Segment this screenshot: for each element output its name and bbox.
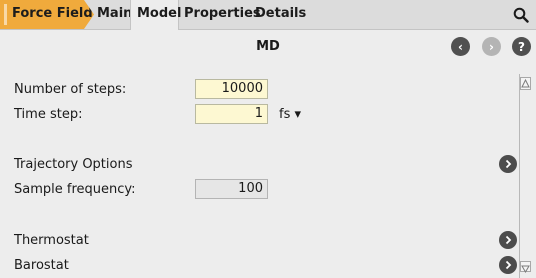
chevron-right-icon	[505, 159, 512, 169]
barostat-label: Barostat	[14, 258, 69, 273]
chevron-right-icon: ›	[489, 39, 494, 54]
chevron-right-icon	[505, 260, 512, 270]
arrow-down-icon	[521, 265, 530, 273]
tab-main[interactable]: Main	[97, 6, 132, 21]
tab-grip	[4, 4, 7, 25]
vertical-scrollbar[interactable]	[519, 74, 532, 278]
trajectory-label: Trajectory Options	[14, 157, 133, 172]
chevron-left-icon: ‹	[458, 39, 463, 54]
thermostat-button[interactable]	[499, 231, 517, 249]
timestep-label: Time step:	[14, 107, 83, 122]
steps-label: Number of steps:	[14, 82, 127, 97]
timestep-input[interactable]: 1	[195, 104, 268, 124]
scroll-up-button[interactable]	[520, 77, 531, 90]
arrow-up-icon	[521, 78, 530, 88]
timestep-unit-select[interactable]: fs ▾	[279, 107, 301, 122]
tab-bar: Force Field Main Model Properties Detail…	[0, 0, 536, 30]
steps-input[interactable]: 10000	[195, 79, 268, 99]
chevron-right-icon	[505, 235, 512, 245]
barostat-button[interactable]	[499, 256, 517, 274]
scroll-down-button[interactable]	[520, 261, 531, 273]
help-icon: ?	[518, 39, 525, 54]
trajectory-options-button[interactable]	[499, 155, 517, 173]
sample-frequency-input[interactable]: 100	[195, 179, 268, 199]
thermostat-label: Thermostat	[14, 233, 89, 248]
tab-force-field-label: Force Field	[12, 6, 93, 21]
tab-properties[interactable]: Properties	[184, 6, 261, 21]
search-icon[interactable]	[513, 7, 529, 23]
tab-model-label: Model	[137, 6, 182, 21]
tab-model[interactable]: Model	[130, 0, 182, 30]
sample-frequency-label: Sample frequency:	[14, 182, 136, 197]
back-button[interactable]: ‹	[451, 37, 470, 56]
forward-button[interactable]: ›	[482, 37, 501, 56]
tab-details[interactable]: Details	[255, 6, 306, 21]
tab-force-field[interactable]: Force Field	[0, 0, 94, 29]
help-button[interactable]: ?	[512, 37, 531, 56]
